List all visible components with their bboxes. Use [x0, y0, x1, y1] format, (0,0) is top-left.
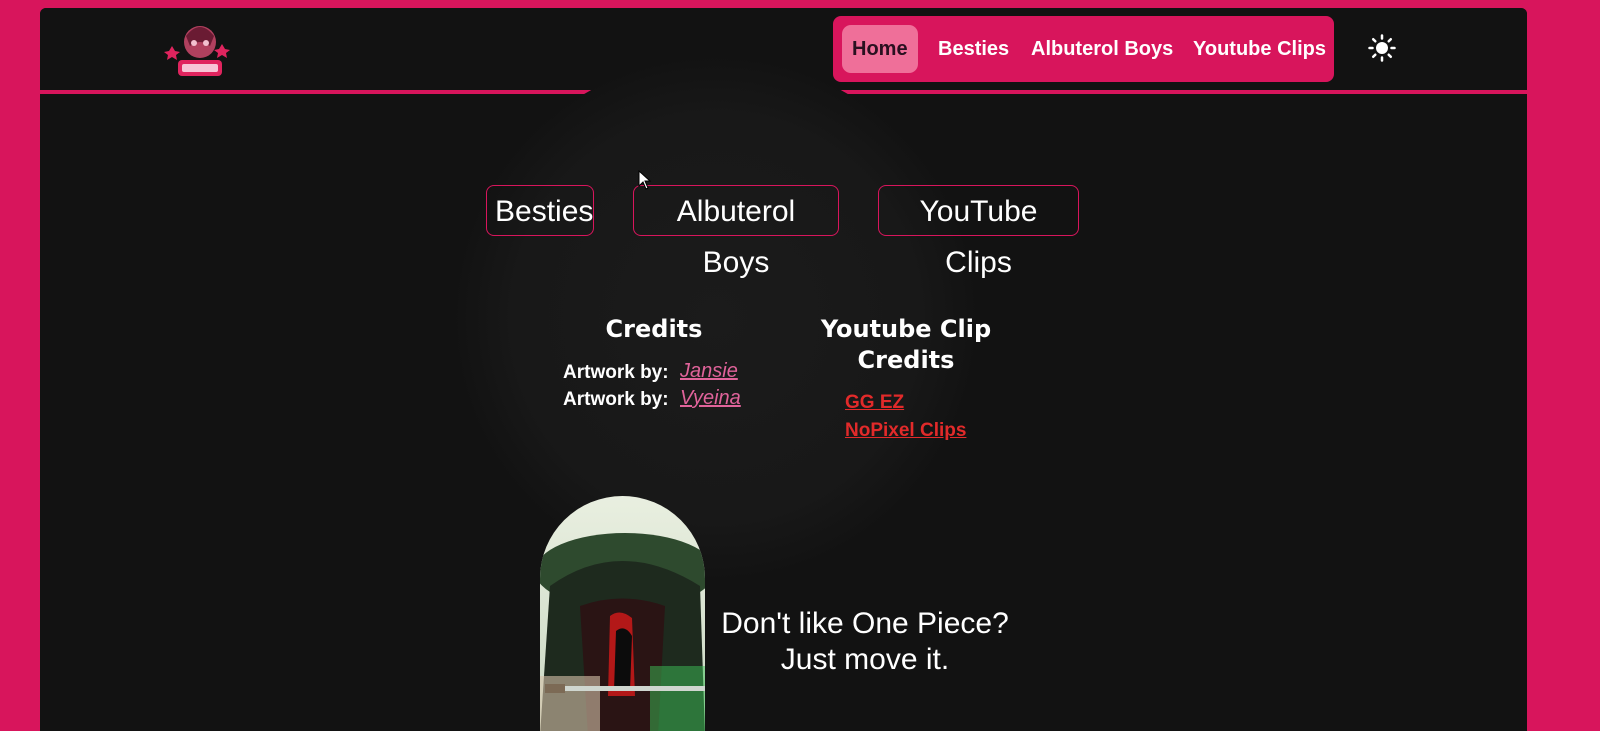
youtube-link-gg-ez[interactable]: GG EZ	[845, 392, 904, 414]
besties-button[interactable]: Besties	[486, 185, 594, 236]
promo-tagline: Don't like One Piece? Just move it.	[700, 606, 1030, 678]
promo-line-2: Just move it.	[780, 643, 950, 676]
app-frame: Home Besties Albuterol Boys Youtube Clip…	[40, 8, 1527, 731]
nav-youtube-clips[interactable]: Youtube Clips	[1193, 25, 1326, 73]
artist-link-jansie[interactable]: Jansie	[680, 360, 738, 383]
sun-icon[interactable]	[1368, 34, 1396, 62]
mouse-cursor-icon	[638, 169, 652, 190]
artwork-label: Artwork by:	[563, 362, 669, 383]
youtube-link-nopixel-clips[interactable]: NoPixel Clips	[845, 420, 966, 442]
nav-besties[interactable]: Besties	[938, 25, 1009, 73]
promo-line-1: Don't like One Piece?	[721, 607, 1009, 640]
youtube-credits-title: Youtube Clip	[820, 315, 992, 343]
artist-link-vyeina[interactable]: Vyeina	[680, 387, 741, 410]
youtube-clips-button[interactable]: YouTube Clips	[878, 185, 1079, 279]
nav-albuterol-boys[interactable]: Albuterol Boys	[1031, 25, 1173, 73]
besties-logo-icon[interactable]	[164, 16, 236, 80]
credits-title: Credits	[605, 315, 703, 343]
one-piece-artwork	[540, 496, 705, 731]
nav-home[interactable]: Home	[842, 25, 918, 73]
albuterol-boys-button[interactable]: Albuterol Boys	[633, 185, 839, 279]
youtube-credits-title-line2: Credits	[857, 346, 955, 374]
artwork-label: Artwork by:	[563, 389, 669, 410]
